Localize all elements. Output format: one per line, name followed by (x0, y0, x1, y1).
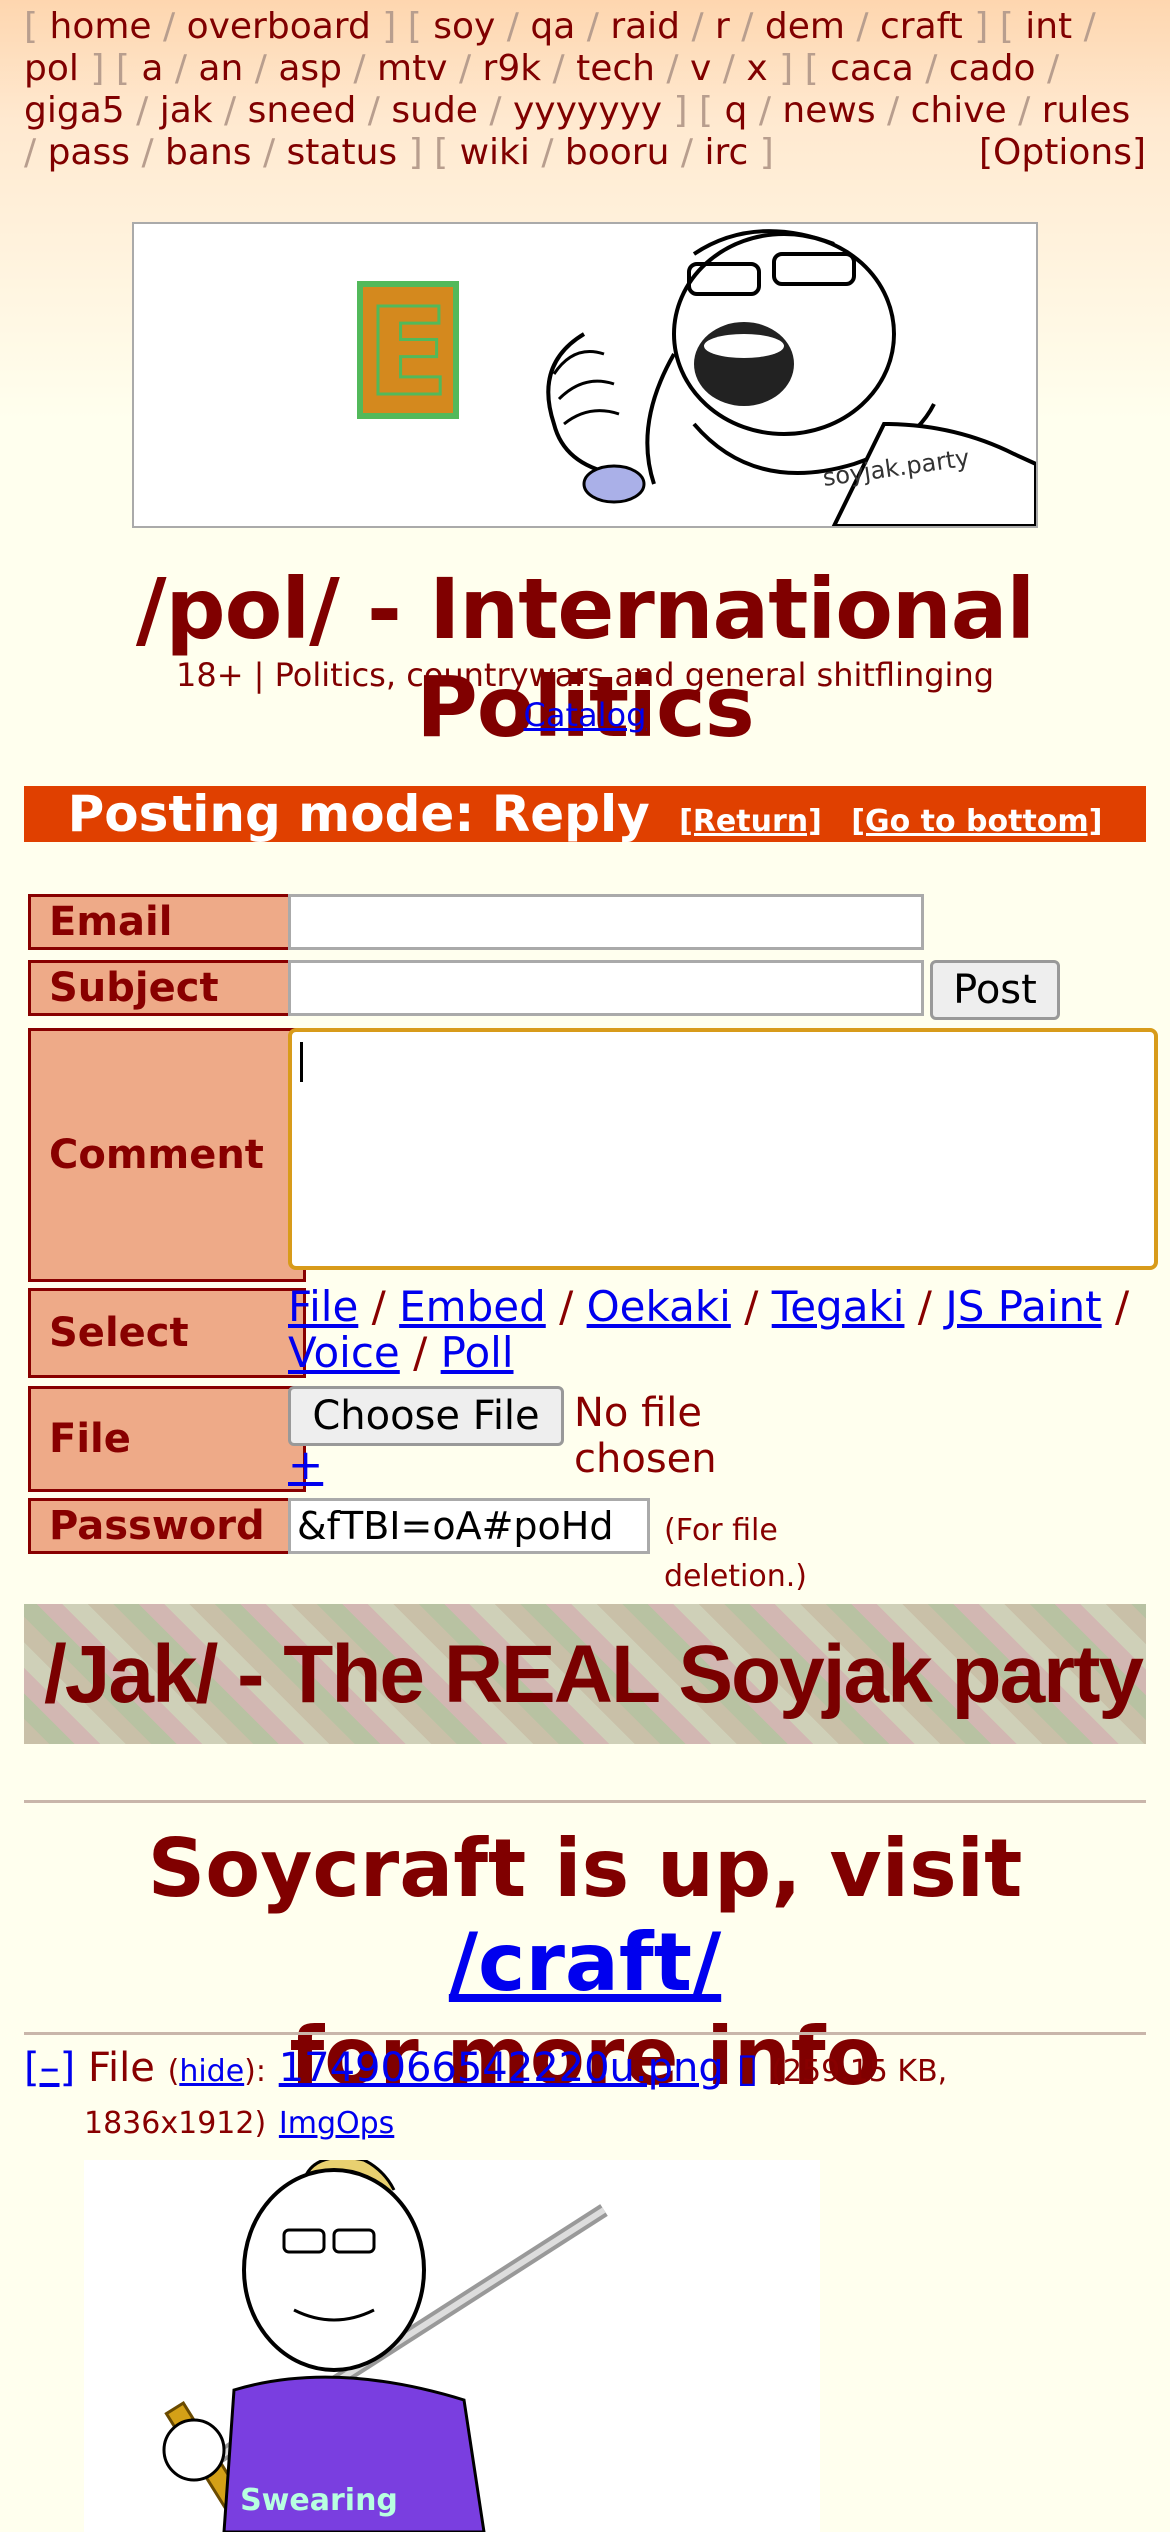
craft-link[interactable]: /craft/ (449, 1916, 721, 2009)
file-meta-2: 1836x1912) (84, 2106, 267, 2141)
board-link-booru[interactable]: booru (565, 132, 670, 173)
shirt-text: Swearing (240, 2483, 398, 2518)
board-link-v[interactable]: v (690, 48, 711, 89)
board-list: [ home / overboard ] [ soy / qa / raid /… (24, 6, 1146, 174)
board-link-overboard[interactable]: overboard (187, 6, 371, 47)
board-link-r[interactable]: r (715, 6, 730, 47)
banner-letter: E (367, 284, 449, 423)
board-link-sneed[interactable]: sneed (248, 90, 357, 131)
select-option-voice[interactable]: Voice (288, 1328, 400, 1377)
choose-file-button[interactable]: Choose File (288, 1386, 564, 1446)
board-link-q[interactable]: q (725, 90, 748, 131)
select-option-js-paint[interactable]: JS Paint (945, 1282, 1101, 1331)
posting-mode-label: Posting mode: Reply (67, 785, 650, 843)
comment-label: Comment (28, 1028, 306, 1282)
board-link-sude[interactable]: sude (391, 90, 478, 131)
select-label: Select (28, 1288, 306, 1378)
board-subtitle: 18+ | Politics, countrywars and general … (175, 656, 995, 694)
subject-field[interactable] (288, 960, 924, 1016)
board-link-qa[interactable]: qa (530, 6, 575, 47)
imgops-link[interactable]: ImgOps (279, 2106, 394, 2141)
board-link-mtv[interactable]: mtv (377, 48, 448, 89)
banner-image: E soyjak.party (357, 229, 1036, 526)
select-option-poll[interactable]: Poll (441, 1328, 514, 1377)
board-link-craft[interactable]: craft (880, 6, 963, 47)
select-option-oekaki[interactable]: Oekaki (587, 1282, 731, 1331)
comment-textarea[interactable] (288, 1028, 1158, 1270)
email-field[interactable] (288, 894, 924, 950)
add-file-link[interactable]: + (288, 1442, 323, 1488)
board-link-tech[interactable]: tech (576, 48, 655, 89)
download-icon[interactable]: ▯ (736, 2045, 758, 2091)
board-banner[interactable]: E soyjak.party (132, 222, 1038, 528)
announcement-text-1: Soycraft is up, visit (147, 1822, 1023, 1915)
board-link-x[interactable]: x (746, 48, 767, 89)
catalog-link-wrap: Catalog (0, 696, 1170, 734)
return-link[interactable]: [Return] (679, 804, 822, 839)
board-link-pol[interactable]: pol (24, 48, 79, 89)
board-link-int[interactable]: int (1025, 6, 1072, 47)
password-note: (For file deletion.) (664, 1513, 807, 1594)
select-option-embed[interactable]: Embed (399, 1282, 546, 1331)
board-link-news[interactable]: news (782, 90, 875, 131)
board-link-asp[interactable]: asp (278, 48, 342, 89)
text-caret (300, 1042, 303, 1082)
file-label: File (28, 1386, 306, 1492)
select-option-tegaki[interactable]: Tegaki (772, 1282, 905, 1331)
password-label: Password (28, 1498, 306, 1554)
board-link-a[interactable]: a (141, 48, 163, 89)
jak-banner-text: /Jak/ - The REAL Soyjak party (44, 1629, 1144, 1720)
options-link[interactable]: [Options] (979, 132, 1146, 174)
file-word: File (87, 2045, 155, 2091)
board-link-dem[interactable]: dem (765, 6, 845, 47)
email-label: Email (28, 894, 306, 950)
board-link-yyyyyyy[interactable]: yyyyyyy (513, 90, 662, 131)
file-meta-1: (259.15 KB, (771, 2054, 948, 2089)
board-link-giga5[interactable]: giga5 (24, 90, 125, 131)
board-link-jak[interactable]: jak (160, 90, 213, 131)
board-link-wiki[interactable]: wiki (460, 132, 530, 173)
catalog-link[interactable]: Catalog (524, 696, 647, 734)
no-file-status: No file chosen (574, 1390, 717, 1482)
board-link-soy[interactable]: soy (433, 6, 495, 47)
posting-mode-bar: Posting mode: Reply [Return] [Go to bott… (24, 786, 1146, 842)
board-link-caca[interactable]: caca (830, 48, 914, 89)
board-link-chive[interactable]: chive (911, 90, 1007, 131)
board-link-raid[interactable]: raid (610, 6, 680, 47)
password-field[interactable]: &fTBI=oA#poHd (288, 1498, 650, 1554)
board-link-rules[interactable]: rules (1042, 90, 1131, 131)
board-link-irc[interactable]: irc (704, 132, 748, 173)
board-link-bans[interactable]: bans (165, 132, 251, 173)
board-link-pass[interactable]: pass (48, 132, 130, 173)
select-options: File / Embed / Oekaki / Tegaki / JS Pain… (288, 1282, 1130, 1377)
board-link-status[interactable]: status (287, 132, 398, 173)
board-link-home[interactable]: home (50, 6, 152, 47)
post-button[interactable]: Post (930, 960, 1060, 1020)
post-file-info: [–] File (hide): 1749066542220u.png ▯ (2… (24, 2045, 948, 2141)
post-image-drawing: Swearing (162, 2160, 608, 2532)
select-option-file[interactable]: File (288, 1282, 358, 1331)
file-name-link[interactable]: 1749066542220u.png (279, 2045, 724, 2091)
board-link-r9k[interactable]: r9k (483, 48, 542, 89)
collapse-toggle[interactable]: [–] (24, 2045, 75, 2091)
jak-banner[interactable]: /Jak/ - The REAL Soyjak party (24, 1604, 1146, 1744)
go-to-bottom-link[interactable]: [Go to bottom] (851, 804, 1102, 839)
board-link-an[interactable]: an (198, 48, 243, 89)
post-image[interactable]: Swearing (84, 2160, 820, 2532)
divider (24, 1800, 1146, 1803)
board-link-cado[interactable]: cado (949, 48, 1036, 89)
subject-label: Subject (28, 960, 306, 1016)
hide-link[interactable]: hide (179, 2054, 244, 2089)
divider (24, 2032, 1146, 2035)
